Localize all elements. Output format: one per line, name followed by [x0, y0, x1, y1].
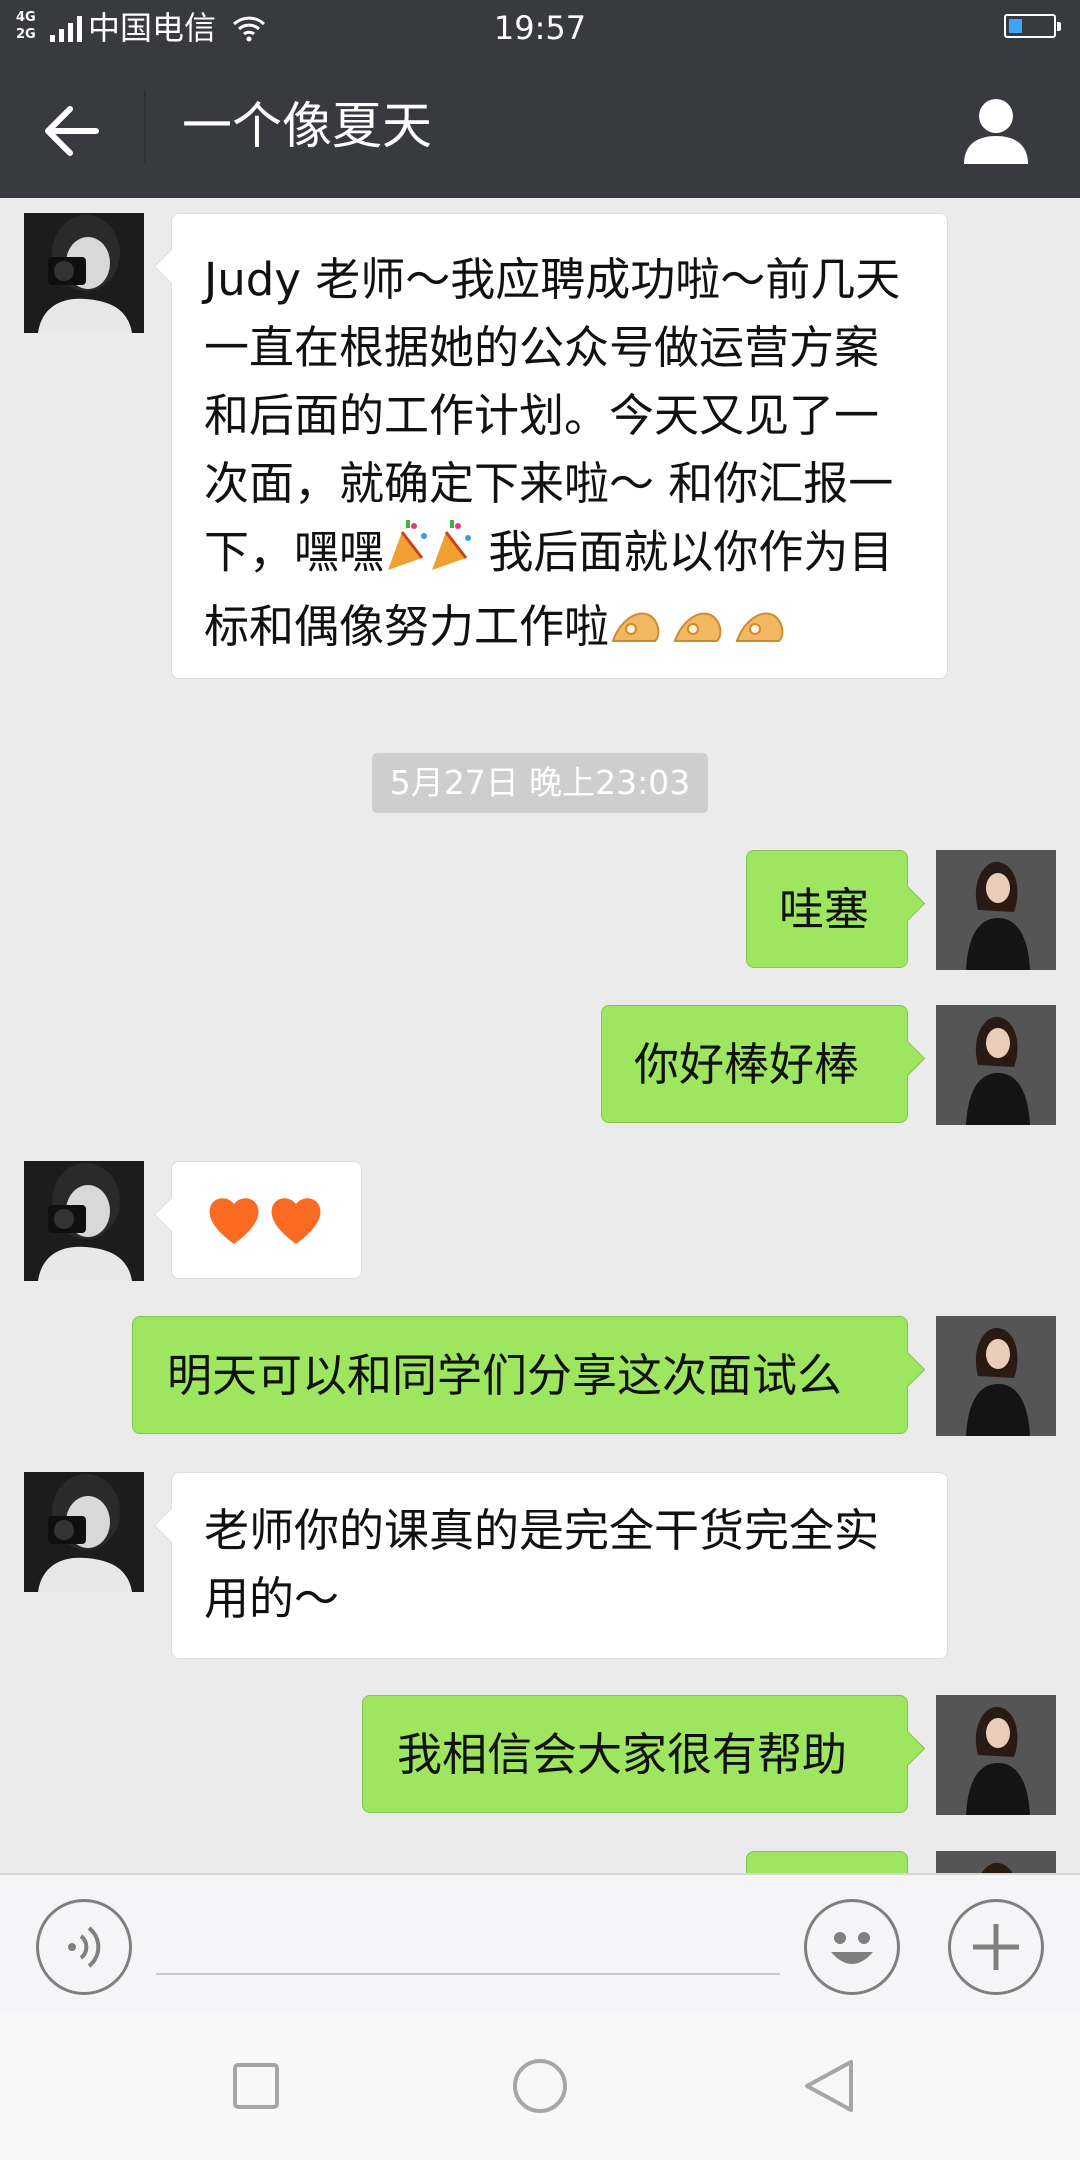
person-icon[interactable]	[958, 92, 1034, 168]
voice-button[interactable]	[36, 1899, 132, 1995]
system-nav-bar	[0, 2013, 1080, 2160]
orange-heart-icon	[206, 1192, 327, 1267]
message-bubble-outgoing[interactable]	[746, 1851, 908, 1873]
smiley-icon	[831, 1932, 873, 1964]
message-list[interactable]: Judy 老师～我应聘成功啦～前几天一直在根据她的公众号做运营方案和后面的工作计…	[0, 198, 1080, 1873]
voice-icon	[68, 1926, 101, 1968]
square-icon[interactable]	[221, 2051, 291, 2121]
message-bubble-incoming[interactable]: 老师你的课真的是完全干货完全实用的～	[171, 1472, 948, 1659]
message-text: 明天可以和同学们分享这次面试么	[167, 1349, 843, 1402]
back-arrow-icon[interactable]	[30, 91, 110, 171]
message-text: 你好棒好棒	[634, 1038, 860, 1091]
status-bar: 4G 2G 中国电信 19:57	[0, 0, 1080, 55]
emoji-button[interactable]	[804, 1899, 900, 1995]
message-text: 哇塞	[779, 883, 870, 936]
party-popper-icon	[384, 518, 474, 593]
message-text: 我相信会大家很有帮助	[397, 1728, 848, 1781]
circle-icon[interactable]	[505, 2051, 575, 2121]
contact-avatar[interactable]	[24, 213, 144, 333]
chat-timestamp: 5月27日 晚上23:03	[372, 753, 708, 813]
user-avatar[interactable]	[936, 1851, 1056, 1873]
user-avatar[interactable]	[936, 1316, 1056, 1436]
message-bubble-outgoing[interactable]: 你好棒好棒	[601, 1005, 908, 1123]
chat-title: 一个像夏天	[182, 97, 432, 155]
more-button[interactable]	[948, 1899, 1044, 1995]
triangle-back-icon[interactable]	[793, 2051, 863, 2121]
message-bubble-outgoing[interactable]: 哇塞	[746, 850, 908, 968]
battery-level	[1009, 19, 1022, 33]
plus-icon	[973, 1924, 1019, 1970]
user-avatar[interactable]	[936, 1695, 1056, 1815]
contact-avatar[interactable]	[24, 1472, 144, 1592]
message-bubble-outgoing[interactable]: 明天可以和同学们分享这次面试么	[132, 1316, 908, 1434]
message-input[interactable]	[156, 1911, 780, 1975]
message-text: Judy 老师～我应聘成功啦～前几天一直在根据她的公众号做运营方案和后面的工作计…	[204, 246, 915, 666]
user-avatar[interactable]	[936, 850, 1056, 970]
ok-hand-icon	[609, 595, 799, 666]
contact-avatar[interactable]	[24, 1161, 144, 1281]
message-bubble-incoming[interactable]: Judy 老师～我应聘成功啦～前几天一直在根据她的公众号做运营方案和后面的工作计…	[171, 213, 948, 679]
user-avatar[interactable]	[936, 1005, 1056, 1125]
battery-icon	[1004, 14, 1061, 38]
message-text: 老师你的课真的是完全干货完全实用的～	[204, 1504, 880, 1625]
message-bubble-incoming[interactable]	[171, 1161, 362, 1279]
status-time: 19:57	[493, 9, 587, 47]
chat-header: 一个像夏天	[0, 55, 1080, 198]
chat-input-bar	[0, 1873, 1080, 2013]
header-divider	[144, 91, 146, 163]
message-bubble-outgoing[interactable]: 我相信会大家很有帮助	[362, 1695, 908, 1813]
